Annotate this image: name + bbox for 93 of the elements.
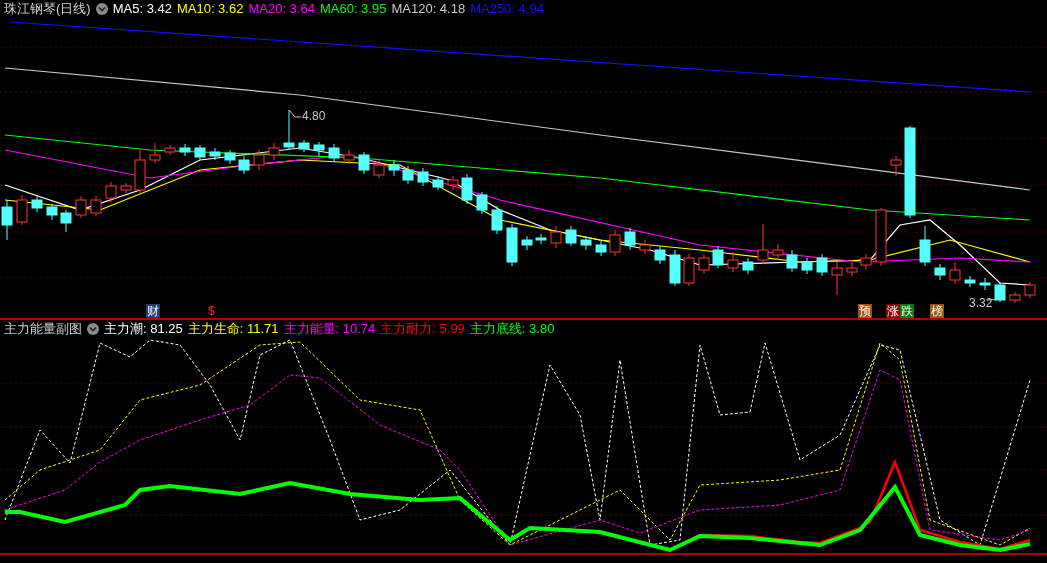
moving-average-reading: MA10: 3.62 — [176, 0, 244, 19]
candlestick — [816, 253, 828, 277]
candlestick — [772, 243, 784, 261]
candlestick — [31, 195, 43, 213]
candlestick — [447, 175, 459, 191]
event-marker: 预 — [858, 304, 872, 318]
candlestick — [149, 142, 161, 164]
candlestick — [209, 147, 221, 161]
candlestick — [846, 261, 858, 277]
candlestick — [949, 261, 961, 285]
candlestick — [786, 249, 798, 273]
event-marker: 财 — [146, 304, 160, 318]
candlestick — [624, 227, 636, 251]
candlestick — [328, 143, 340, 163]
candlestick — [875, 207, 887, 267]
candlestick — [134, 149, 146, 194]
indicator-reading: 主力能量: 10.74 — [283, 320, 376, 339]
indicator-reading: 主力潮: 81.25 — [104, 320, 183, 339]
candlestick — [1024, 281, 1036, 299]
candlestick — [698, 253, 710, 275]
candlestick — [521, 235, 533, 251]
indicator-reading: 主力耐力: 5.99 — [380, 320, 465, 339]
indicator-reading: 主力底线: 3.80 — [469, 320, 555, 339]
event-marker: 涨 — [886, 304, 900, 318]
candlestick — [919, 225, 931, 267]
candlestick — [283, 109, 295, 151]
candlestick — [75, 195, 87, 219]
candlestick — [979, 277, 991, 291]
candlestick — [90, 195, 102, 217]
price-label: 4.80 — [302, 109, 326, 123]
candlestick — [358, 151, 370, 175]
candlestick — [120, 182, 132, 194]
candlestick — [194, 144, 206, 161]
candlestick — [609, 229, 621, 257]
event-marker: 榜 — [930, 304, 944, 318]
candlestick — [580, 235, 592, 251]
candlestick — [224, 149, 236, 165]
candlestick — [831, 261, 843, 296]
price-label: 3.32 — [969, 296, 993, 310]
candlestick — [417, 167, 429, 187]
candlestick — [712, 245, 724, 269]
indicator-title: 主力能量副图 — [4, 320, 82, 339]
candlestick — [860, 253, 872, 271]
candlestick — [654, 245, 666, 265]
candlestick — [727, 251, 739, 273]
candlestick — [491, 205, 503, 235]
candlestick — [757, 223, 769, 265]
event-marker: 跌 — [900, 304, 914, 318]
candlestick — [801, 257, 813, 275]
moving-average-reading: MA20: 3.64 — [248, 0, 315, 19]
moving-average-reading: MA250: 4.94 — [470, 0, 544, 19]
candlestick — [476, 191, 488, 215]
candlestick — [343, 149, 355, 165]
candlestick — [669, 249, 681, 287]
candlestick — [1, 199, 13, 241]
candlestick — [298, 139, 310, 153]
candlestick — [506, 223, 518, 267]
chart-title: 珠江钢琴(日线) — [4, 0, 91, 19]
candlestick — [964, 275, 976, 288]
candlestick — [461, 173, 473, 205]
candlestick — [46, 203, 58, 221]
indicator-reading: 主力生命: 11.71 — [187, 320, 279, 339]
moving-average-reading: MA5: 3.42 — [112, 0, 172, 19]
candlestick — [164, 144, 176, 156]
candlestick — [994, 281, 1006, 303]
candlestick — [253, 149, 265, 171]
candlestick — [565, 225, 577, 247]
candlestick — [105, 181, 117, 203]
candlestick — [742, 257, 754, 275]
candlestick — [550, 225, 562, 249]
candlestick — [373, 159, 385, 179]
candlestick — [595, 239, 607, 257]
moving-average-reading: MA120: 4.18 — [391, 0, 466, 19]
leader-line — [288, 109, 302, 118]
dropdown-icon[interactable] — [95, 3, 108, 15]
candlestick — [934, 263, 946, 281]
candlestick — [16, 194, 28, 226]
candlestick — [683, 253, 695, 287]
candlestick — [402, 165, 414, 185]
candlestick — [890, 155, 902, 177]
candlestick — [313, 141, 325, 157]
candlestick — [1009, 291, 1021, 304]
candlestick — [535, 233, 547, 245]
candlestick — [268, 142, 280, 161]
candlestick — [238, 155, 250, 175]
moving-average-reading: MA60: 3.95 — [319, 0, 387, 19]
candlestick — [432, 175, 444, 191]
candlestick — [179, 143, 191, 157]
candlestick — [388, 159, 400, 177]
candlestick — [60, 209, 72, 233]
candlestick — [639, 239, 651, 255]
dropdown-icon[interactable] — [87, 323, 99, 335]
event-marker: $ — [207, 304, 216, 318]
